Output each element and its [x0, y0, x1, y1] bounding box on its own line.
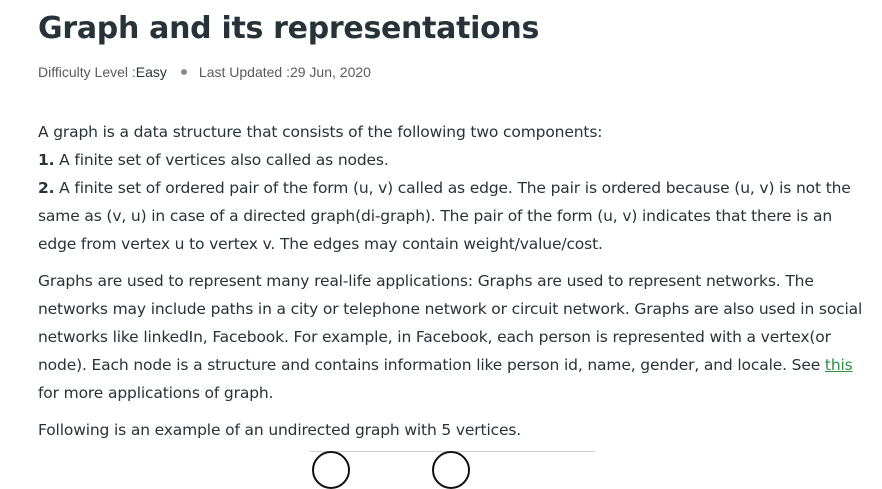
example-text: Following is an example of an undirected… [38, 421, 521, 439]
difficulty-label: Difficulty Level : [38, 64, 136, 80]
page-title: Graph and its representations [38, 0, 868, 48]
definition-intro: A graph is a data structure that consist… [38, 123, 602, 141]
applications-link[interactable]: this [825, 356, 853, 374]
paragraph-definition: A graph is a data structure that consist… [38, 118, 868, 258]
article-meta: Difficulty Level : Easy Last Updated : 2… [38, 64, 868, 80]
list-number-1: 1. [38, 151, 54, 169]
paragraph-applications: Graphs are used to represent many real-l… [38, 267, 868, 407]
graph-figure-edge [310, 449, 595, 459]
graph-vertex-icon [312, 451, 350, 489]
separator-dot-icon [181, 69, 187, 75]
graph-vertex-icon [432, 451, 470, 489]
list-number-2: 2. [38, 179, 54, 197]
article: Graph and its representations Difficulty… [38, 0, 868, 453]
updated-value: 29 Jun, 2020 [290, 64, 371, 80]
list-item-vertices: A finite set of vertices also called as … [54, 151, 388, 169]
article-content: A graph is a data structure that consist… [38, 118, 868, 444]
list-item-edges: A finite set of ordered pair of the form… [38, 179, 851, 253]
difficulty-value[interactable]: Easy [136, 64, 167, 80]
applications-text-end: for more applications of graph. [38, 384, 273, 402]
updated-label: Last Updated : [199, 64, 290, 80]
paragraph-example: Following is an example of an undirected… [38, 416, 868, 444]
applications-text: Graphs are used to represent many real-l… [38, 272, 862, 374]
